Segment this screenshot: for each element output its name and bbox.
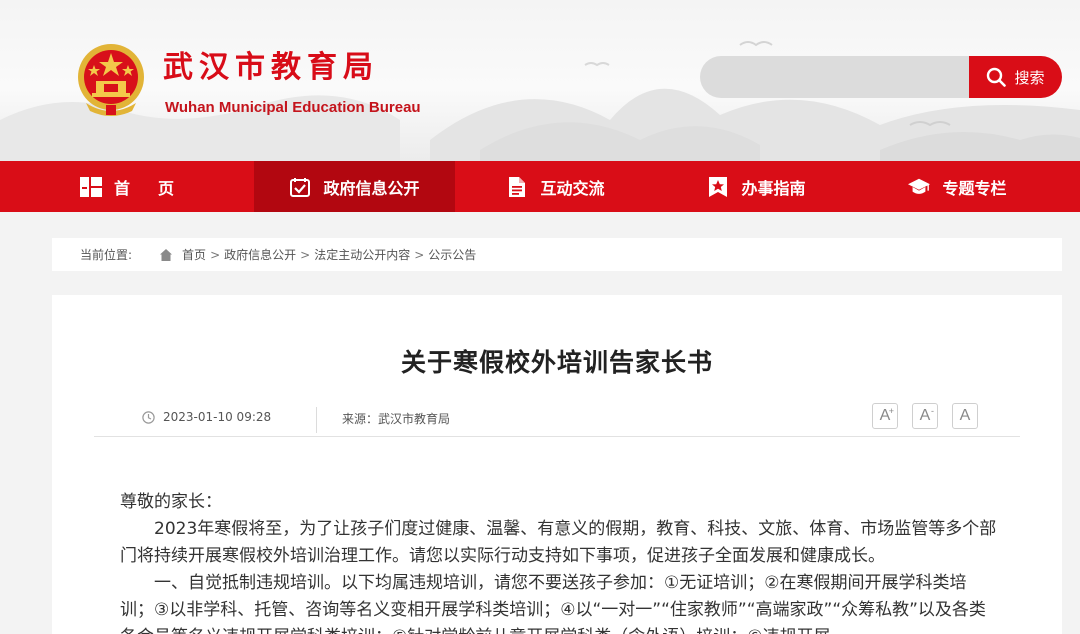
article-greeting: 尊敬的家长： xyxy=(120,492,222,512)
nav-item-interaction[interactable]: 互动交流 xyxy=(455,161,656,212)
search-button-label: 搜索 xyxy=(1014,68,1045,87)
article-date-text: 2023-01-10 09:28 xyxy=(163,410,272,424)
breadcrumb-separator: > xyxy=(210,247,221,262)
main-nav: 首页 政府信息公开 互动交流 办事指南 专题专栏 xyxy=(0,161,1080,212)
font-size-controls: A + A- A xyxy=(872,403,978,429)
nav-label-special: 专题专栏 xyxy=(942,178,1007,198)
clock-icon xyxy=(142,410,155,424)
nav-label-home: 首页 xyxy=(113,178,202,198)
breadcrumb-link-home[interactable]: 首页 xyxy=(182,246,206,263)
breadcrumb: 当前位置: 首页 > 政府信息公开 > 法定主动公开内容 > 公示公告 xyxy=(52,238,1062,271)
search-button[interactable]: 搜索 xyxy=(969,56,1062,98)
nav-item-special[interactable]: 专题专栏 xyxy=(857,161,1058,212)
breadcrumb-link-statutory[interactable]: 法定主动公开内容 xyxy=(314,246,410,263)
bookmark-star-icon xyxy=(707,176,729,198)
nav-label-guide: 办事指南 xyxy=(741,178,806,198)
breadcrumb-link-gov-info[interactable]: 政府信息公开 xyxy=(224,246,296,263)
search-bar: 搜索 xyxy=(700,56,1062,98)
home-icon xyxy=(160,248,173,261)
article-paragraph: 2023年寒假将至，为了让孩子们度过健康、温馨、有意义的假期，教育、科技、文旅、… xyxy=(120,519,997,566)
document-icon xyxy=(506,176,528,198)
site-title[interactable]: 武汉市教育局 xyxy=(163,50,379,86)
font-reset-button[interactable]: A xyxy=(952,403,978,429)
article-body: 尊敬的家长： 2023年寒假将至，为了让孩子们度过健康、温馨、有意义的假期，教育… xyxy=(120,489,1000,634)
site-header: 武汉市教育局 Wuhan Municipal Education Bureau … xyxy=(0,0,1080,161)
article-date: 2023-01-10 09:28 xyxy=(142,410,271,424)
national-emblem-icon xyxy=(78,44,144,116)
nav-item-gov-info[interactable]: 政府信息公开 xyxy=(254,161,455,212)
font-decrease-button[interactable]: A- xyxy=(912,403,938,429)
search-icon xyxy=(987,67,1007,87)
breadcrumb-separator: > xyxy=(300,247,311,262)
breadcrumb-separator: > xyxy=(414,247,425,262)
nav-item-home[interactable]: 首页 xyxy=(0,161,254,212)
article-container: 关于寒假校外培训告家长书 2023-01-10 09:28 来源：武汉市教育局 … xyxy=(52,295,1062,634)
search-input[interactable] xyxy=(700,56,990,98)
nav-label-interaction: 互动交流 xyxy=(540,178,605,198)
nav-label-gov-info: 政府信息公开 xyxy=(323,178,420,198)
calendar-check-icon xyxy=(289,176,311,198)
article-title: 关于寒假校外培训告家长书 xyxy=(400,348,713,377)
site-subtitle: Wuhan Municipal Education Bureau xyxy=(165,99,421,116)
graduation-cap-icon xyxy=(908,176,931,198)
breadcrumb-prefix: 当前位置: xyxy=(80,248,133,262)
article-meta: 2023-01-10 09:28 来源：武汉市教育局 A + A- A xyxy=(94,403,1020,437)
meta-divider xyxy=(316,407,317,433)
article-paragraph: 一、自觉抵制违规培训。以下均属违规培训，请您不要送孩子参加：①无证培训；②在寒假… xyxy=(120,573,986,634)
nav-item-guide[interactable]: 办事指南 xyxy=(656,161,857,212)
breadcrumb-link-announcements[interactable]: 公示公告 xyxy=(428,246,476,263)
font-increase-button[interactable]: A + xyxy=(872,403,898,429)
home-grid-icon xyxy=(79,176,102,198)
article-source: 来源：武汉市教育局 xyxy=(342,412,451,426)
